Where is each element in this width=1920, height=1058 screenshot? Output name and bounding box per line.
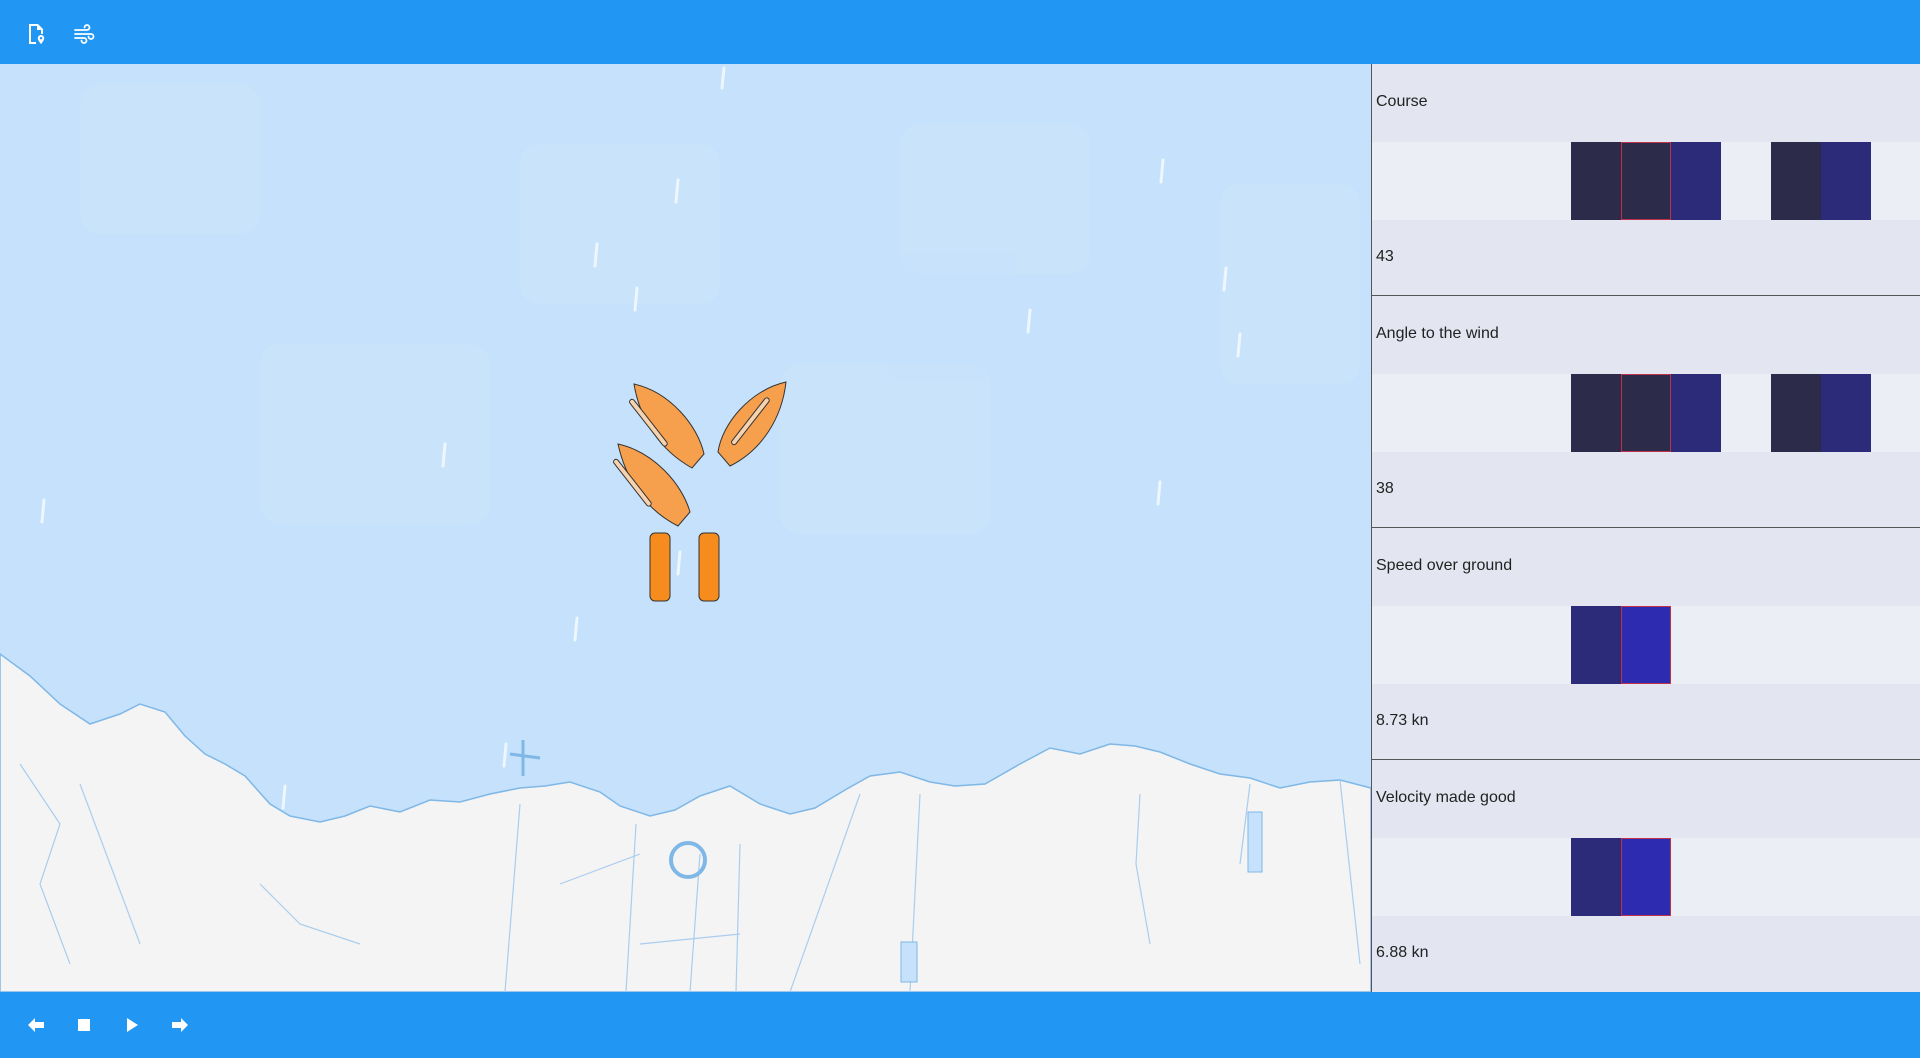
play-button[interactable]: [116, 1009, 148, 1041]
pause-overlay-icon[interactable]: [649, 532, 720, 602]
metric-value: 6.88 kn: [1376, 944, 1429, 961]
canal-basin: [900, 941, 918, 983]
bar-segment: [1671, 142, 1721, 220]
metric-label: Velocity made good: [1376, 789, 1516, 806]
top-toolbar: [0, 0, 1920, 64]
metric-label: Course: [1376, 93, 1428, 110]
play-icon: [127, 1018, 138, 1032]
metric-angle-bars: [1372, 374, 1920, 452]
bar-segment: [1571, 374, 1621, 452]
pier: [509, 740, 541, 776]
metric-velocity-made-good: Velocity made good 6.88 kn: [1372, 760, 1920, 992]
bar-segment: [1671, 374, 1721, 452]
metric-course-bars: [1372, 142, 1920, 220]
document-location-icon: [29, 24, 45, 44]
bar-segment: [1571, 606, 1621, 684]
metrics-panel: Course 43 Angle to the wind 38 Speed ove…: [1371, 64, 1920, 992]
boat[interactable]: [717, 381, 787, 467]
metric-vmg-bars: [1372, 838, 1920, 916]
metric-value: 8.73 kn: [1376, 712, 1429, 729]
load-track-button[interactable]: [20, 18, 52, 50]
map-canvas: [0, 66, 1371, 992]
wind-icon: [74, 24, 95, 44]
stop-icon: [78, 1019, 90, 1031]
bar-segment-current: [1621, 606, 1671, 684]
bar-segment: [1821, 142, 1871, 220]
metric-value: 43: [1376, 248, 1394, 265]
bar-segment-current: [1621, 838, 1671, 916]
playback-bar: [0, 992, 1920, 1058]
metric-label: Angle to the wind: [1376, 325, 1499, 342]
coastline-land: [0, 653, 1371, 992]
bar-segment: [1771, 142, 1821, 220]
metric-angle-to-wind: Angle to the wind 38: [1372, 296, 1920, 528]
metric-speed-over-ground: Speed over ground 8.73 kn: [1372, 528, 1920, 760]
bar-segment-current: [1621, 374, 1671, 452]
stop-button[interactable]: [68, 1009, 100, 1041]
wind-button[interactable]: [68, 18, 100, 50]
metric-speed-bars: [1372, 606, 1920, 684]
arrow-left-icon: [28, 1018, 44, 1032]
metric-course: Course 43: [1372, 64, 1920, 296]
next-button[interactable]: [164, 1009, 196, 1041]
bar-segment: [1571, 142, 1621, 220]
bar-segment-current: [1621, 142, 1671, 220]
map-view[interactable]: [0, 64, 1371, 992]
canal-basin: [1247, 811, 1263, 873]
bar-segment: [1821, 374, 1871, 452]
bar-segment: [1571, 838, 1621, 916]
metric-value: 38: [1376, 480, 1394, 497]
bar-segment: [1771, 374, 1821, 452]
metric-label: Speed over ground: [1376, 557, 1513, 574]
arrow-right-icon: [172, 1018, 188, 1032]
previous-button[interactable]: [20, 1009, 52, 1041]
